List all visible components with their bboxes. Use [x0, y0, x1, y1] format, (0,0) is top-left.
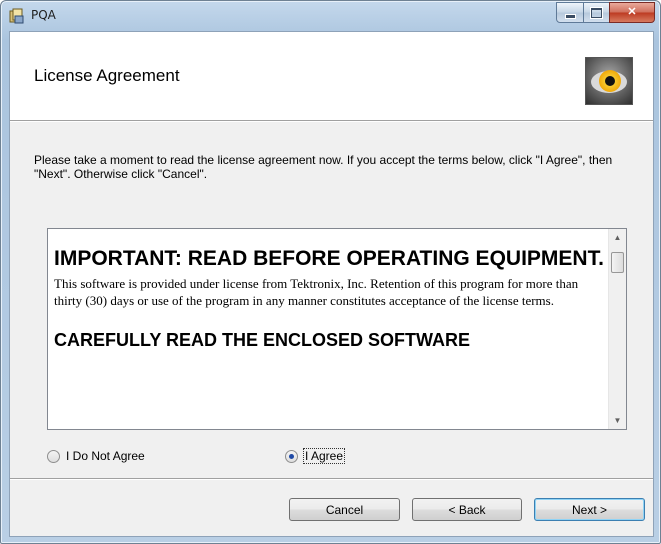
radio-agree-button[interactable]: [285, 449, 298, 463]
maximize-icon: [591, 8, 602, 18]
license-text-box[interactable]: IMPORTANT: READ BEFORE OPERATING EQUIPME…: [47, 228, 627, 430]
radio-agree[interactable]: I Agree: [285, 448, 346, 464]
vertical-scrollbar[interactable]: ▲ ▼: [608, 229, 626, 429]
header-banner: License Agreement: [10, 32, 653, 121]
installer-app-icon: [9, 8, 24, 24]
back-button[interactable]: < Back: [412, 498, 522, 521]
radio-disagree-label: I Do Not Agree: [66, 449, 145, 463]
close-icon: ✕: [627, 6, 637, 18]
next-button[interactable]: Next >: [534, 498, 645, 521]
scroll-up-icon[interactable]: ▲: [609, 229, 626, 246]
scroll-thumb[interactable]: [611, 252, 624, 273]
radio-agree-label: I Agree: [302, 448, 346, 464]
eye-logo-icon: [585, 57, 633, 105]
radio-disagree[interactable]: I Do Not Agree: [47, 448, 145, 464]
close-button[interactable]: ✕: [609, 2, 655, 23]
instructions-text: Please take a moment to read the license…: [34, 153, 613, 181]
installer-window: PQA ✕ License Agreement Please take a mo…: [0, 0, 661, 544]
minimize-icon: [565, 14, 576, 19]
scroll-down-icon[interactable]: ▼: [609, 412, 626, 429]
title-bar[interactable]: PQA ✕: [1, 1, 660, 31]
license-heading: IMPORTANT: READ BEFORE OPERATING EQUIPME…: [54, 247, 604, 270]
minimize-button[interactable]: [556, 2, 584, 23]
license-subheading: CAREFULLY READ THE ENCLOSED SOFTWARE: [54, 330, 471, 350]
dialog-client-area: License Agreement Please take a moment t…: [9, 31, 654, 537]
radio-disagree-button[interactable]: [47, 449, 60, 463]
window-title: PQA: [31, 8, 56, 22]
page-title: License Agreement: [34, 66, 180, 85]
license-paragraph: This software is provided under license …: [54, 276, 579, 308]
maximize-button[interactable]: [583, 2, 610, 23]
cancel-button[interactable]: Cancel: [289, 498, 400, 521]
license-content: IMPORTANT: READ BEFORE OPERATING EQUIPME…: [54, 229, 604, 351]
